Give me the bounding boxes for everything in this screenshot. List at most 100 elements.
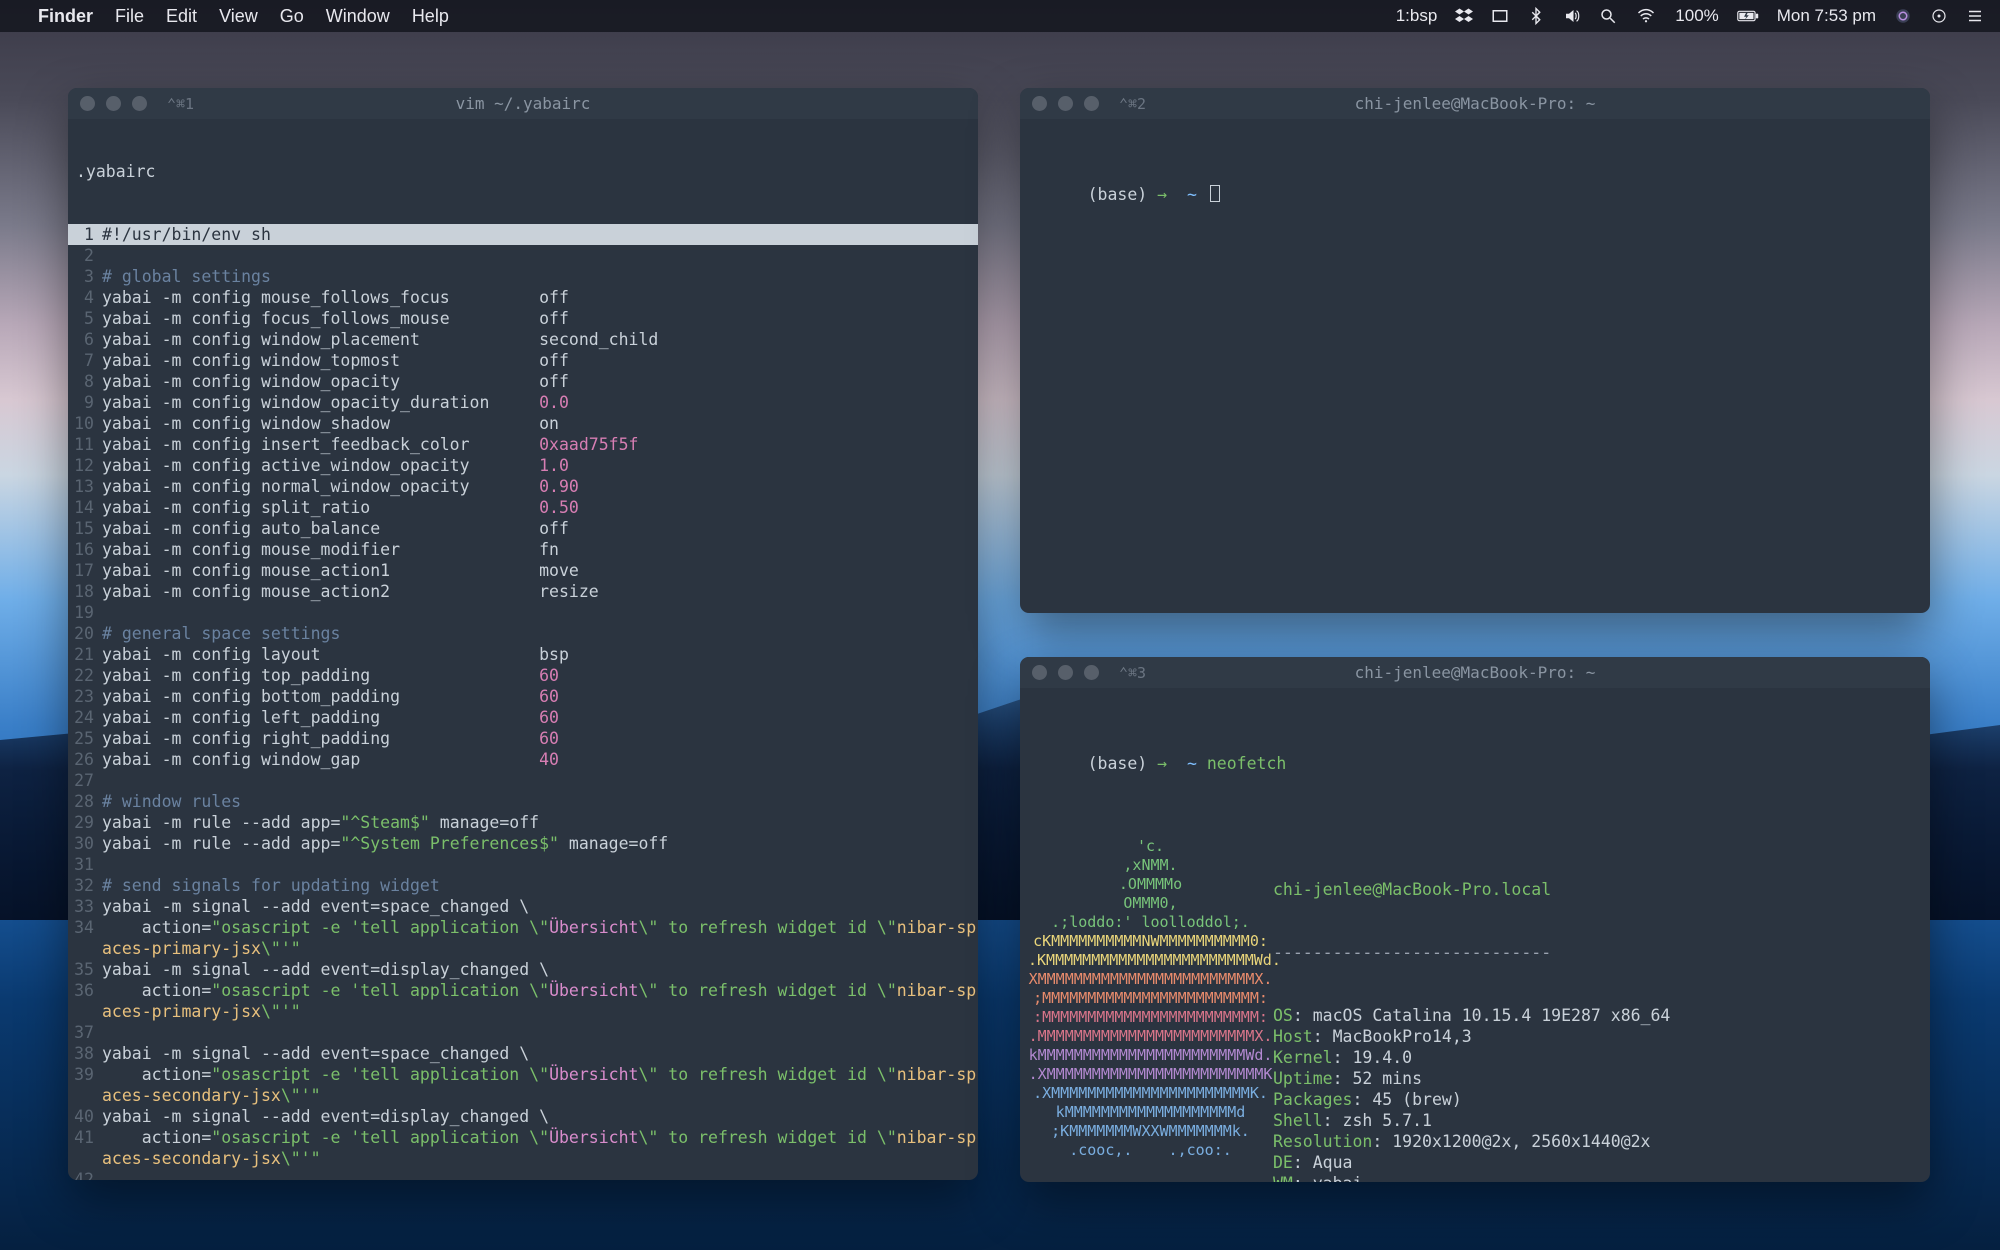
close-button[interactable]: [1032, 665, 1047, 680]
menu-go[interactable]: Go: [280, 6, 304, 27]
vim-line: 3# global settings: [68, 266, 978, 287]
close-button[interactable]: [1032, 96, 1047, 111]
status-bsp[interactable]: 1:bsp: [1396, 6, 1438, 26]
vim-line: 10yabai -m config window_shadow on: [68, 413, 978, 434]
cursor-icon: [1210, 185, 1220, 202]
terminal-content[interactable]: (base) → ~ neofetch 'c.,xNMM..OMMMMoOMMM…: [1020, 688, 1930, 1182]
shell-prompt: (base) → ~ neofetch: [1020, 732, 1930, 795]
bluetooth-icon[interactable]: [1527, 7, 1545, 25]
vim-line: 6yabai -m config window_placement second…: [68, 329, 978, 350]
menubar: Finder File Edit View Go Window Help 1:b…: [0, 0, 2000, 32]
vim-line: 26yabai -m config window_gap 40: [68, 749, 978, 770]
vim-line: 34 action="osascript -e 'tell applicatio…: [68, 917, 978, 959]
vim-line: 24yabai -m config left_padding 60: [68, 707, 978, 728]
titlebar[interactable]: ⌃⌘2 chi-jenlee@MacBook-Pro: ~: [1020, 88, 1930, 119]
titlebar[interactable]: ⌃⌘1 vim ~/.yabairc: [68, 88, 978, 119]
terminal-content[interactable]: .yabairc 1#!/usr/bin/env sh 2 3# global …: [68, 119, 978, 1180]
minimize-button[interactable]: [106, 96, 121, 111]
vim-line: 37: [68, 1022, 978, 1043]
neofetch-row: WM: yabai: [1273, 1173, 1922, 1182]
window-shortcut: ⌃⌘1: [167, 95, 194, 113]
vim-line: 38yabai -m signal --add event=space_chan…: [68, 1043, 978, 1064]
neofetch-hostline: chi-jenlee@MacBook-Pro.local: [1273, 880, 1551, 899]
vim-line: 17yabai -m config mouse_action1 move: [68, 560, 978, 581]
vim-line: 4yabai -m config mouse_follows_focus off: [68, 287, 978, 308]
vim-line: 19: [68, 602, 978, 623]
neofetch-logo: 'c.,xNMM..OMMMMoOMMM0,.;loddo:' loollodd…: [1028, 837, 1273, 1182]
neofetch-row: Uptime: 52 mins: [1273, 1068, 1922, 1089]
vim-line: 15yabai -m config auto_balance off: [68, 518, 978, 539]
command-text: neofetch: [1207, 754, 1286, 773]
vim-line: 41 action="osascript -e 'tell applicatio…: [68, 1127, 978, 1169]
vim-line: 9yabai -m config window_opacity_duration…: [68, 392, 978, 413]
vim-line: 8yabai -m config window_opacity off: [68, 371, 978, 392]
vim-line: 40yabai -m signal --add event=display_ch…: [68, 1106, 978, 1127]
rectangle-icon[interactable]: [1491, 7, 1509, 25]
vim-line: 1#!/usr/bin/env sh: [68, 224, 978, 245]
vim-line: 13yabai -m config normal_window_opacity …: [68, 476, 978, 497]
vim-buffer-name: .yabairc: [68, 161, 978, 182]
siri-icon[interactable]: [1894, 7, 1912, 25]
neofetch-row: Host: MacBookPro14,3: [1273, 1026, 1922, 1047]
neofetch-row: DE: Aqua: [1273, 1152, 1922, 1173]
vim-line: 12yabai -m config active_window_opacity …: [68, 455, 978, 476]
vim-line: 27: [68, 770, 978, 791]
vim-line: 20# general space settings: [68, 623, 978, 644]
neofetch-row: Packages: 45 (brew): [1273, 1089, 1922, 1110]
window-title: chi-jenlee@MacBook-Pro: ~: [1355, 663, 1596, 682]
vim-line: 22yabai -m config top_padding 60: [68, 665, 978, 686]
spotlight-icon[interactable]: [1599, 7, 1617, 25]
menu-help[interactable]: Help: [412, 6, 449, 27]
vim-line: 39 action="osascript -e 'tell applicatio…: [68, 1064, 978, 1106]
vim-line: 21yabai -m config layout bsp: [68, 644, 978, 665]
menu-file[interactable]: File: [115, 6, 144, 27]
volume-icon[interactable]: [1563, 7, 1581, 25]
vim-line: 36 action="osascript -e 'tell applicatio…: [68, 980, 978, 1022]
vim-line: 32# send signals for updating widget: [68, 875, 978, 896]
wifi-icon[interactable]: [1635, 7, 1657, 25]
vim-line: 2: [68, 245, 978, 266]
neofetch-separator: ----------------------------: [1273, 942, 1922, 963]
notification-center-icon[interactable]: [1966, 7, 1984, 25]
vim-line: 5yabai -m config focus_follows_mouse off: [68, 308, 978, 329]
zoom-button[interactable]: [1084, 665, 1099, 680]
vim-line: 30yabai -m rule --add app="^System Prefe…: [68, 833, 978, 854]
titlebar[interactable]: ⌃⌘3 chi-jenlee@MacBook-Pro: ~: [1020, 657, 1930, 688]
window-title: vim ~/.yabairc: [456, 94, 591, 113]
dropbox-icon[interactable]: [1455, 7, 1473, 25]
vim-line: 25yabai -m config right_padding 60: [68, 728, 978, 749]
vim-line: 29yabai -m rule --add app="^Steam$" mana…: [68, 812, 978, 833]
neofetch-info: chi-jenlee@MacBook-Pro.local -----------…: [1273, 837, 1922, 1182]
terminal-window-neofetch[interactable]: ⌃⌘3 chi-jenlee@MacBook-Pro: ~ (base) → ~…: [1020, 657, 1930, 1182]
neofetch-row: Kernel: 19.4.0: [1273, 1047, 1922, 1068]
vim-line: 35yabai -m signal --add event=display_ch…: [68, 959, 978, 980]
window-shortcut: ⌃⌘2: [1119, 95, 1146, 113]
menu-edit[interactable]: Edit: [166, 6, 197, 27]
terminal-window-shell[interactable]: ⌃⌘2 chi-jenlee@MacBook-Pro: ~ (base) → ~: [1020, 88, 1930, 613]
vim-line: 11yabai -m config insert_feedback_color …: [68, 434, 978, 455]
window-title: chi-jenlee@MacBook-Pro: ~: [1355, 94, 1596, 113]
shell-prompt: (base) → ~: [1028, 163, 1922, 226]
vim-line: 23yabai -m config bottom_padding 60: [68, 686, 978, 707]
window-shortcut: ⌃⌘3: [1119, 664, 1146, 682]
terminal-content[interactable]: (base) → ~: [1020, 119, 1930, 270]
neofetch-row: Shell: zsh 5.7.1: [1273, 1110, 1922, 1131]
minimize-button[interactable]: [1058, 96, 1073, 111]
vim-line: 31: [68, 854, 978, 875]
vim-line: 7yabai -m config window_topmost off: [68, 350, 978, 371]
app-indicator-icon[interactable]: [1930, 7, 1948, 25]
menu-window[interactable]: Window: [326, 6, 390, 27]
menubar-app-name[interactable]: Finder: [38, 6, 93, 27]
menu-view[interactable]: View: [219, 6, 258, 27]
zoom-button[interactable]: [132, 96, 147, 111]
vim-line: 16yabai -m config mouse_modifier fn: [68, 539, 978, 560]
battery-percent: 100%: [1675, 6, 1718, 26]
close-button[interactable]: [80, 96, 95, 111]
battery-icon[interactable]: [1737, 7, 1759, 25]
vim-line: 18yabai -m config mouse_action2 resize: [68, 581, 978, 602]
zoom-button[interactable]: [1084, 96, 1099, 111]
minimize-button[interactable]: [1058, 665, 1073, 680]
menubar-datetime[interactable]: Mon 7:53 pm: [1777, 6, 1876, 26]
terminal-window-vim[interactable]: ⌃⌘1 vim ~/.yabairc .yabairc 1#!/usr/bin/…: [68, 88, 978, 1180]
vim-line: 28# window rules: [68, 791, 978, 812]
